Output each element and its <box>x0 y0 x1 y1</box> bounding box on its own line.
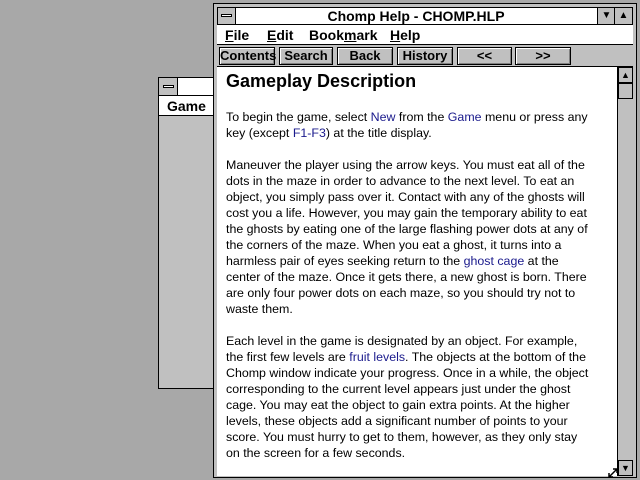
help-link[interactable]: New <box>371 110 396 124</box>
text-line: the corners of the maze. When you eat a … <box>226 237 617 253</box>
window-title: Chomp Help - CHOMP.HLP <box>327 8 505 24</box>
paragraph-intro: To begin the game, select New from the G… <box>226 109 617 141</box>
text-run: at the <box>524 254 559 268</box>
text-run: the corners of the maze. When you eat a … <box>226 238 562 252</box>
topic-heading: Gameplay Description <box>226 71 417 91</box>
text-run: Chomp window indicate your progress. Onc… <box>226 366 589 380</box>
menu-bar: File Edit Bookmark Help <box>217 25 633 45</box>
text-run: menu or press any <box>481 110 588 124</box>
minimize-button[interactable]: ▼ <box>597 8 615 24</box>
text-line: center of the maze. Once it gets there, … <box>226 269 617 285</box>
text-line: Chomp window indicate your progress. Onc… <box>226 365 617 381</box>
resize-cursor-icon <box>608 468 618 478</box>
text-line: cage. You may eat the object to gain ext… <box>226 397 617 413</box>
text-run: key (except <box>226 126 293 140</box>
maximize-button[interactable]: ▲ <box>614 8 632 24</box>
browse-back-button[interactable]: << <box>457 47 512 65</box>
text-line: harmless pair of eyes seeking return to … <box>226 253 617 269</box>
text-run: corresponding to the current level appea… <box>226 382 571 396</box>
system-menu-box[interactable] <box>218 8 236 24</box>
text-run: levels, these objects add a significant … <box>226 414 568 428</box>
menu-file[interactable]: File <box>225 27 249 43</box>
text-line: Maneuver the player using the arrow keys… <box>226 157 617 173</box>
help-link[interactable]: F1-F3 <box>293 126 326 140</box>
arrow-up-icon: ▲ <box>621 70 630 80</box>
text-line: the ghosts by eating one of the large fl… <box>226 221 617 237</box>
help-button-bar: Contents Search Back History << >> <box>217 45 633 67</box>
triangle-down-icon: ▼ <box>601 10 612 21</box>
help-link[interactable]: fruit levels <box>349 350 405 364</box>
text-line: corresponding to the current level appea… <box>226 381 617 397</box>
help-window: Chomp Help - CHOMP.HLP ▼ ▲ File Edit Boo… <box>213 3 637 478</box>
browse-forward-button[interactable]: >> <box>515 47 571 65</box>
text-run: To begin the game, select <box>226 110 371 124</box>
text-run: the first few levels are <box>226 350 350 364</box>
text-line: the first few levels are fruit levels. T… <box>226 349 617 365</box>
text-line: are only four power dots on each maze, s… <box>226 285 617 301</box>
text-run: . The objects at the bottom of the <box>405 350 586 364</box>
system-menu-box[interactable] <box>159 78 178 96</box>
help-link[interactable]: ghost cage <box>464 254 525 268</box>
text-run: harmless pair of eyes seeking return to … <box>226 254 464 268</box>
scroll-down-button[interactable]: ▼ <box>618 460 633 476</box>
text-run: from the <box>395 110 448 124</box>
text-line: on the screen for a few seconds. <box>226 445 617 461</box>
scroll-up-button[interactable]: ▲ <box>618 67 633 83</box>
background-game-window[interactable]: Game <box>158 77 575 389</box>
help-link[interactable]: Game <box>448 110 482 124</box>
text-run: cost you a life. However, you may gain t… <box>226 206 587 220</box>
text-run: dots in the maze in order to advance to … <box>226 174 575 188</box>
vertical-scrollbar[interactable]: ▲ ▼ <box>617 67 633 476</box>
paragraph-levels: Each level in the game is designated by … <box>226 333 617 461</box>
text-line: waste them. <box>226 301 617 317</box>
scroll-thumb[interactable] <box>618 83 633 99</box>
search-button[interactable]: Search <box>279 47 333 65</box>
background-window-titlebar[interactable] <box>178 78 217 96</box>
text-run: ) at the title display. <box>325 126 432 140</box>
access-key: m <box>344 27 357 43</box>
access-key: E <box>267 27 277 43</box>
topic-content[interactable]: Gameplay Description To begin the game, … <box>217 67 617 476</box>
text-run: center of the maze. Once it gets there, … <box>226 270 587 284</box>
system-menu-icon <box>221 14 232 17</box>
text-run: waste them. <box>226 302 293 316</box>
text-line: levels, these objects add a significant … <box>226 413 617 429</box>
menu-game[interactable]: Game <box>167 98 206 114</box>
paragraph-controls: Maneuver the player using the arrow keys… <box>226 157 617 317</box>
arrow-down-icon: ▼ <box>621 463 630 473</box>
text-run: Maneuver the player using the arrow keys… <box>226 158 585 172</box>
back-button[interactable]: Back <box>337 47 393 65</box>
text-line: dots in the maze in order to advance to … <box>226 173 617 189</box>
history-button[interactable]: History <box>397 47 453 65</box>
text-line: object, you simply pass over it. Contact… <box>226 189 617 205</box>
text-line: key (except F1-F3) at the title display. <box>226 125 617 141</box>
title-bar[interactable]: Chomp Help - CHOMP.HLP ▼ ▲ <box>217 7 633 25</box>
triangle-up-icon: ▲ <box>618 10 629 21</box>
system-menu-icon <box>163 85 174 88</box>
menu-edit[interactable]: Edit <box>267 27 293 43</box>
menu-bookmark[interactable]: Bookmark <box>309 27 377 43</box>
text-line: To begin the game, select New from the G… <box>226 109 617 125</box>
text-run: Each level in the game is designated by … <box>226 334 578 348</box>
text-run: score. You must hurry to get to them, ho… <box>226 430 578 444</box>
text-line: Each level in the game is designated by … <box>226 333 617 349</box>
contents-button[interactable]: Contents <box>219 47 276 65</box>
text-run: on the screen for a few seconds. <box>226 446 406 460</box>
access-key: F <box>225 27 234 43</box>
text-line: cost you a life. However, you may gain t… <box>226 205 617 221</box>
access-key: H <box>390 27 401 43</box>
text-run: object, you simply pass over it. Contact… <box>226 190 585 204</box>
menu-help[interactable]: Help <box>390 27 420 43</box>
text-run: cage. You may eat the object to gain ext… <box>226 398 570 412</box>
text-line: score. You must hurry to get to them, ho… <box>226 429 617 445</box>
text-run: the ghosts by eating one of the large fl… <box>226 222 588 236</box>
text-run: are only four power dots on each maze, s… <box>226 286 576 300</box>
